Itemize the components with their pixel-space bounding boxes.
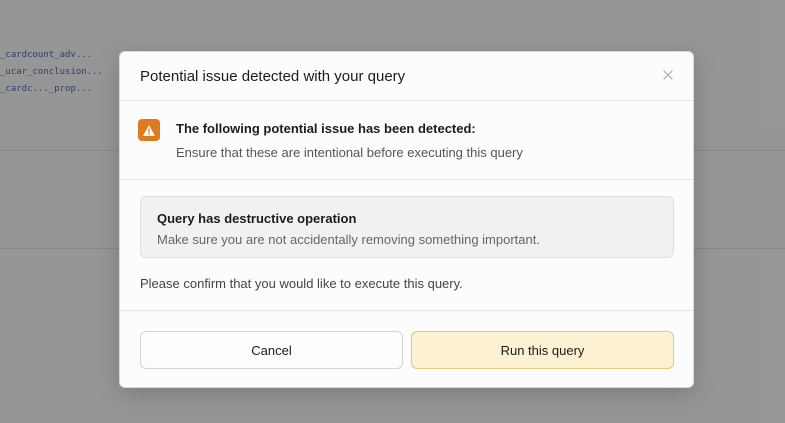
destructive-operation-alert: Query has destructive operation Make sur… [140, 196, 674, 258]
cancel-button[interactable]: Cancel [140, 331, 403, 369]
run-query-button[interactable]: Run this query [411, 331, 674, 369]
dialog-footer: Cancel Run this query [120, 311, 693, 387]
confirm-text: Please confirm that you would like to ex… [140, 276, 463, 291]
dialog-body: Query has destructive operation Make sur… [120, 180, 693, 311]
dialog-title: Potential issue detected with your query [140, 67, 406, 85]
alert-description: Make sure you are not accidentally remov… [157, 232, 540, 247]
alert-title: Query has destructive operation [157, 211, 357, 226]
issue-section: The following potential issue has been d… [120, 101, 693, 180]
confirm-query-dialog: Potential issue detected with your query… [119, 51, 694, 388]
warning-icon [138, 119, 160, 141]
issue-heading: The following potential issue has been d… [176, 121, 476, 136]
close-icon[interactable] [661, 68, 675, 82]
issue-description: Ensure that these are intentional before… [176, 145, 523, 160]
dialog-header: Potential issue detected with your query [120, 52, 693, 101]
